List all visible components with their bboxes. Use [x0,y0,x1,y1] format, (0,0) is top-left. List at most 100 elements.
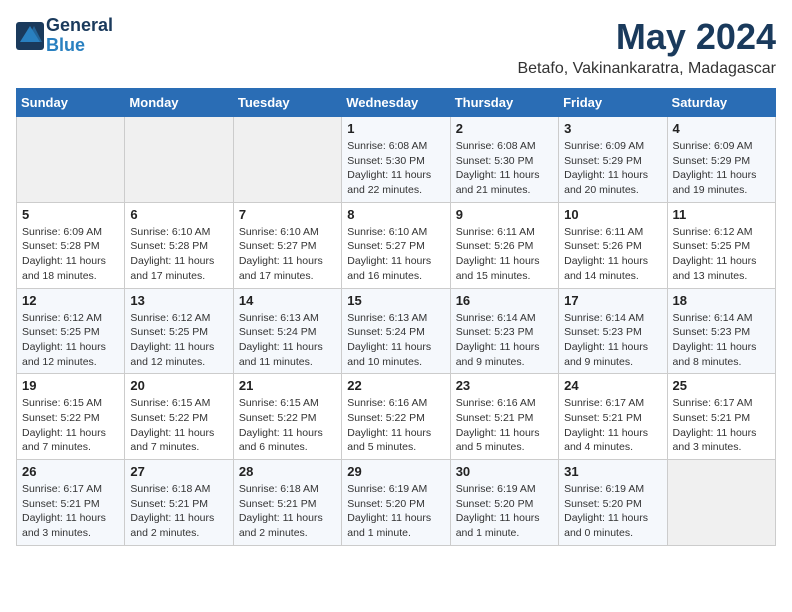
day-info: Sunrise: 6:09 AMSunset: 5:29 PMDaylight:… [564,139,661,198]
calendar-cell: 17 Sunrise: 6:14 AMSunset: 5:23 PMDayligh… [559,288,667,374]
day-header-wednesday: Wednesday [342,89,450,117]
day-info: Sunrise: 6:15 AMSunset: 5:22 PMDaylight:… [239,396,336,455]
day-info: Sunrise: 6:10 AMSunset: 5:27 PMDaylight:… [239,225,336,284]
location-title: Betafo, Vakinankaratra, Madagascar [517,60,776,78]
calendar-cell: 19Sunrise: 6:15 AMSunset: 5:22 PMDayligh… [17,374,125,460]
calendar-week-row: 5 Sunrise: 6:09 AMSunset: 5:28 PMDaylight… [17,202,776,288]
day-number: 21 [239,378,336,393]
calendar-cell: 31Sunrise: 6:19 AMSunset: 5:20 PMDayligh… [559,460,667,546]
calendar-cell: 7Sunrise: 6:10 AMSunset: 5:27 PMDaylight… [233,202,341,288]
calendar-week-row: 19Sunrise: 6:15 AMSunset: 5:22 PMDayligh… [17,374,776,460]
calendar-cell: 22Sunrise: 6:16 AMSunset: 5:22 PMDayligh… [342,374,450,460]
day-header-thursday: Thursday [450,89,558,117]
calendar-cell: 25Sunrise: 6:17 AMSunset: 5:21 PMDayligh… [667,374,775,460]
calendar-cell: 16 Sunrise: 6:14 AMSunset: 5:23 PMDayligh… [450,288,558,374]
day-info: Sunrise: 6:19 AMSunset: 5:20 PMDaylight:… [456,482,553,541]
day-number: 14 [239,293,336,308]
day-number: 3 [564,121,661,136]
day-info: Sunrise: 6:14 AMSunset: 5:23 PMDaylight:… [456,311,553,370]
calendar-cell: 24 Sunrise: 6:17 AMSunset: 5:21 PMDayligh… [559,374,667,460]
day-info: Sunrise: 6:14 AMSunset: 5:23 PMDaylight:… [564,311,661,370]
day-number: 4 [673,121,770,136]
day-number: 27 [130,464,227,479]
day-number: 22 [347,378,444,393]
day-info: Sunrise: 6:12 AMSunset: 5:25 PMDaylight:… [673,225,770,284]
logo-icon [16,22,44,50]
calendar-cell: 6 Sunrise: 6:10 AMSunset: 5:28 PMDaylight… [125,202,233,288]
calendar-cell: 9 Sunrise: 6:11 AMSunset: 5:26 PMDaylight… [450,202,558,288]
day-info: Sunrise: 6:15 AMSunset: 5:22 PMDaylight:… [22,396,119,455]
calendar-cell: 11 Sunrise: 6:12 AMSunset: 5:25 PMDayligh… [667,202,775,288]
day-number: 5 [22,207,119,222]
logo-blue-text: Blue [46,35,85,55]
day-number: 20 [130,378,227,393]
day-number: 10 [564,207,661,222]
day-number: 13 [130,293,227,308]
calendar-cell [125,117,233,203]
calendar-cell: 30 Sunrise: 6:19 AMSunset: 5:20 PMDayligh… [450,460,558,546]
logo-general-text: General [46,15,113,35]
calendar-cell: 27 Sunrise: 6:18 AMSunset: 5:21 PMDayligh… [125,460,233,546]
day-number: 18 [673,293,770,308]
calendar-cell: 2 Sunrise: 6:08 AMSunset: 5:30 PMDaylight… [450,117,558,203]
day-number: 1 [347,121,444,136]
calendar-week-row: 26 Sunrise: 6:17 AMSunset: 5:21 PMDayligh… [17,460,776,546]
day-info: Sunrise: 6:12 AMSunset: 5:25 PMDaylight:… [22,311,119,370]
page-header: General Blue May 2024 Betafo, Vakinankar… [16,16,776,78]
day-number: 24 [564,378,661,393]
day-header-saturday: Saturday [667,89,775,117]
day-number: 30 [456,464,553,479]
calendar-cell: 3 Sunrise: 6:09 AMSunset: 5:29 PMDaylight… [559,117,667,203]
day-info: Sunrise: 6:18 AMSunset: 5:21 PMDaylight:… [239,482,336,541]
title-block: May 2024 Betafo, Vakinankaratra, Madagas… [517,16,776,78]
calendar-cell: 26 Sunrise: 6:17 AMSunset: 5:21 PMDayligh… [17,460,125,546]
calendar-cell: 15 Sunrise: 6:13 AMSunset: 5:24 PMDayligh… [342,288,450,374]
calendar-cell: 4 Sunrise: 6:09 AMSunset: 5:29 PMDaylight… [667,117,775,203]
day-info: Sunrise: 6:12 AMSunset: 5:25 PMDaylight:… [130,311,227,370]
day-info: Sunrise: 6:13 AMSunset: 5:24 PMDaylight:… [347,311,444,370]
day-header-friday: Friday [559,89,667,117]
calendar-cell [667,460,775,546]
day-number: 2 [456,121,553,136]
calendar-cell [233,117,341,203]
day-number: 9 [456,207,553,222]
day-number: 23 [456,378,553,393]
day-number: 26 [22,464,119,479]
logo: General Blue [16,16,113,56]
day-info: Sunrise: 6:17 AMSunset: 5:21 PMDaylight:… [564,396,661,455]
day-info: Sunrise: 6:14 AMSunset: 5:23 PMDaylight:… [673,311,770,370]
day-number: 11 [673,207,770,222]
day-info: Sunrise: 6:17 AMSunset: 5:21 PMDaylight:… [22,482,119,541]
day-info: Sunrise: 6:19 AMSunset: 5:20 PMDaylight:… [347,482,444,541]
day-info: Sunrise: 6:09 AMSunset: 5:28 PMDaylight:… [22,225,119,284]
day-info: Sunrise: 6:13 AMSunset: 5:24 PMDaylight:… [239,311,336,370]
day-info: Sunrise: 6:09 AMSunset: 5:29 PMDaylight:… [673,139,770,198]
day-number: 6 [130,207,227,222]
day-number: 17 [564,293,661,308]
day-info: Sunrise: 6:10 AMSunset: 5:28 PMDaylight:… [130,225,227,284]
day-number: 16 [456,293,553,308]
calendar-cell: 5 Sunrise: 6:09 AMSunset: 5:28 PMDaylight… [17,202,125,288]
day-info: Sunrise: 6:11 AMSunset: 5:26 PMDaylight:… [564,225,661,284]
calendar-week-row: 1 Sunrise: 6:08 AMSunset: 5:30 PMDaylight… [17,117,776,203]
day-header-tuesday: Tuesday [233,89,341,117]
calendar-cell: 10 Sunrise: 6:11 AMSunset: 5:26 PMDayligh… [559,202,667,288]
calendar-cell: 21 Sunrise: 6:15 AMSunset: 5:22 PMDayligh… [233,374,341,460]
calendar-cell [17,117,125,203]
day-number: 15 [347,293,444,308]
calendar-table: SundayMondayTuesdayWednesdayThursdayFrid… [16,88,776,546]
day-info: Sunrise: 6:16 AMSunset: 5:21 PMDaylight:… [456,396,553,455]
calendar-cell: 18 Sunrise: 6:14 AMSunset: 5:23 PMDayligh… [667,288,775,374]
calendar-cell: 28Sunrise: 6:18 AMSunset: 5:21 PMDayligh… [233,460,341,546]
day-info: Sunrise: 6:18 AMSunset: 5:21 PMDaylight:… [130,482,227,541]
day-header-monday: Monday [125,89,233,117]
day-info: Sunrise: 6:15 AMSunset: 5:22 PMDaylight:… [130,396,227,455]
calendar-cell: 23 Sunrise: 6:16 AMSunset: 5:21 PMDayligh… [450,374,558,460]
calendar-week-row: 12Sunrise: 6:12 AMSunset: 5:25 PMDayligh… [17,288,776,374]
day-info: Sunrise: 6:17 AMSunset: 5:21 PMDaylight:… [673,396,770,455]
calendar-cell: 13 Sunrise: 6:12 AMSunset: 5:25 PMDayligh… [125,288,233,374]
month-title: May 2024 [517,16,776,58]
calendar-cell: 12Sunrise: 6:12 AMSunset: 5:25 PMDayligh… [17,288,125,374]
day-info: Sunrise: 6:11 AMSunset: 5:26 PMDaylight:… [456,225,553,284]
day-info: Sunrise: 6:08 AMSunset: 5:30 PMDaylight:… [456,139,553,198]
